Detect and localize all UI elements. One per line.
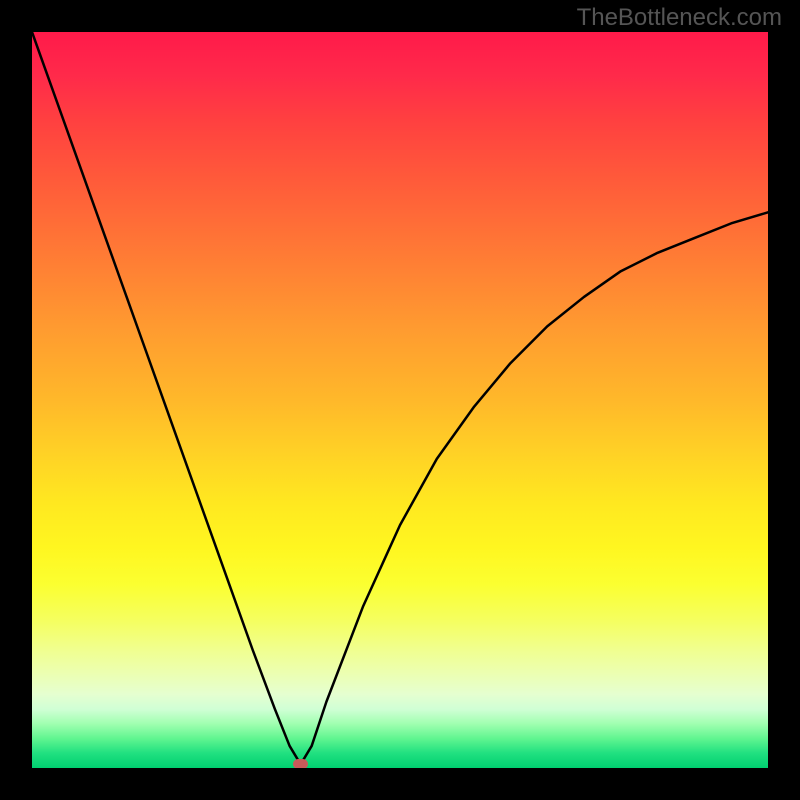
optimal-point-marker bbox=[293, 759, 308, 768]
bottleneck-curve bbox=[32, 32, 768, 768]
chart-plot-area bbox=[32, 32, 768, 768]
watermark-text: TheBottleneck.com bbox=[577, 4, 782, 32]
